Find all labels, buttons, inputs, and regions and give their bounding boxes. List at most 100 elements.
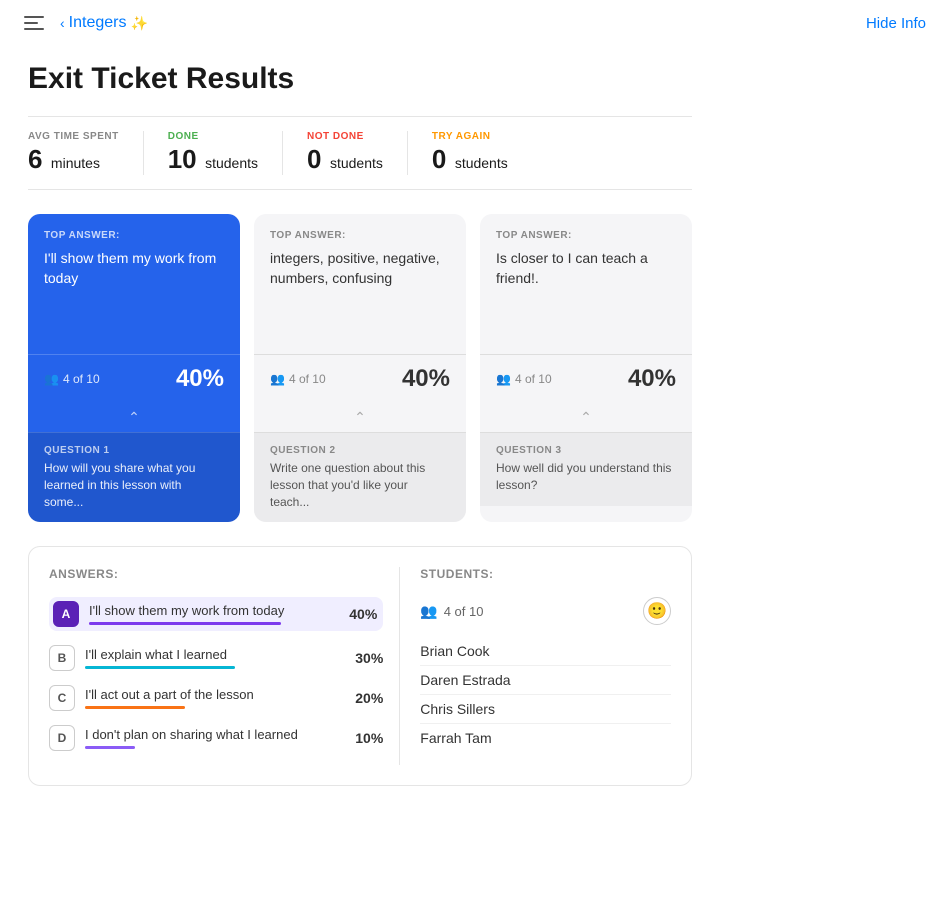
group-icon-2: 👥: [270, 372, 285, 386]
group-icon-1: 👥: [44, 372, 59, 386]
answer-content-1: I'll explain what I learned: [85, 647, 335, 669]
card-bottom-3: QUESTION 3 How well did you understand t…: [480, 432, 692, 506]
group-icon-3: 👥: [496, 372, 511, 386]
student-name-0: Brian Cook: [420, 637, 671, 666]
card-percent-2: 40%: [402, 365, 450, 393]
chevron-up-icon-3: [480, 403, 692, 432]
stat-try-again: TRY AGAIN 0 students: [432, 131, 532, 175]
card-bottom-2: QUESTION 2 Write one question about this…: [254, 432, 466, 522]
question-text-2: Write one question about this lesson tha…: [270, 460, 450, 510]
not-done-value: 0: [307, 144, 321, 174]
answers-panel-title: ANSWERS:: [49, 567, 383, 581]
students-header-row: 👥 4 of 10 🙂: [420, 597, 671, 625]
page-title: Exit Ticket Results: [28, 62, 692, 96]
answer-content-3: I don't plan on sharing what I learned: [85, 727, 335, 749]
avg-time-label: AVG TIME SPENT: [28, 131, 119, 142]
count-value-1: 4 of 10: [63, 372, 100, 386]
students-panel: STUDENTS: 👥 4 of 10 🙂 Brian CookDaren Es…: [399, 567, 671, 765]
stat-done: DONE 10 students: [168, 131, 283, 175]
card-percent-3: 40%: [628, 365, 676, 393]
chevron-up-icon-2: [254, 403, 466, 432]
smiley-button[interactable]: 🙂: [643, 597, 671, 625]
not-done-unit: students: [330, 155, 383, 171]
sidebar-toggle-button[interactable]: [20, 12, 48, 34]
card-answer-1: I'll show them my work from today: [44, 249, 224, 288]
answer-text-2: I'll act out a part of the lesson: [85, 687, 335, 702]
answer-letter-0: A: [53, 601, 79, 627]
question-card-2[interactable]: TOP ANSWER: integers, positive, negative…: [254, 214, 466, 522]
card-stats-1: 👥 4 of 10 40%: [28, 354, 240, 403]
students-count: 👥 4 of 10: [420, 603, 483, 620]
count-value-2: 4 of 10: [289, 372, 326, 386]
back-chevron-icon: ‹: [60, 15, 65, 31]
card-label-3: TOP ANSWER:: [496, 230, 676, 241]
question-card-3[interactable]: TOP ANSWER: Is closer to I can teach a f…: [480, 214, 692, 522]
card-top-3: TOP ANSWER: Is closer to I can teach a f…: [480, 214, 692, 354]
sidebar-icon: [24, 16, 44, 30]
answer-content-0: I'll show them my work from today: [89, 603, 329, 625]
answer-content-2: I'll act out a part of the lesson: [85, 687, 335, 709]
avg-time-value: 6: [28, 144, 42, 174]
student-name-3: Farrah Tam: [420, 724, 671, 752]
answer-percent-3: 10%: [345, 730, 383, 746]
done-value: 10: [168, 144, 197, 174]
card-bottom-1: QUESTION 1 How will you share what you l…: [28, 432, 240, 522]
card-count-2: 👥 4 of 10: [270, 372, 326, 386]
card-percent-1: 40%: [176, 365, 224, 393]
answer-percent-0: 40%: [339, 606, 377, 622]
avg-time-unit: minutes: [51, 155, 100, 171]
stats-row: AVG TIME SPENT 6 minutes DONE 10 student…: [28, 116, 692, 190]
answer-bar-3: [85, 746, 135, 749]
answer-row-0[interactable]: A I'll show them my work from today 40%: [49, 597, 383, 631]
answer-text-0: I'll show them my work from today: [89, 603, 329, 618]
students-count-value: 4 of 10: [444, 604, 484, 619]
question-text-3: How well did you understand this lesson?: [496, 460, 676, 494]
answer-text-1: I'll explain what I learned: [85, 647, 335, 662]
answer-percent-2: 20%: [345, 690, 383, 706]
student-name-1: Daren Estrada: [420, 666, 671, 695]
card-stats-3: 👥 4 of 10 40%: [480, 354, 692, 403]
try-again-unit: students: [455, 155, 508, 171]
card-answer-3: Is closer to I can teach a friend!.: [496, 249, 676, 288]
card-count-3: 👥 4 of 10: [496, 372, 552, 386]
top-bar: ‹ Integers ✨ Hide Info: [0, 0, 946, 46]
card-label-2: TOP ANSWER:: [270, 230, 450, 241]
answer-letter-2: C: [49, 685, 75, 711]
question-text-1: How will you share what you learned in t…: [44, 460, 224, 510]
bottom-section: ANSWERS: A I'll show them my work from t…: [28, 546, 692, 786]
students-panel-title: STUDENTS:: [420, 567, 671, 581]
done-label: DONE: [168, 131, 258, 142]
answer-row-3[interactable]: D I don't plan on sharing what I learned…: [49, 725, 383, 751]
breadcrumb-label[interactable]: Integers: [69, 14, 127, 32]
card-answer-2: integers, positive, negative, numbers, c…: [270, 249, 450, 288]
question-label-3: QUESTION 3: [496, 445, 676, 456]
answer-letter-3: D: [49, 725, 75, 751]
students-group-icon: 👥: [420, 603, 437, 620]
card-top-1: TOP ANSWER: I'll show them my work from …: [28, 214, 240, 354]
hide-info-button[interactable]: Hide Info: [866, 15, 926, 32]
question-label-2: QUESTION 2: [270, 445, 450, 456]
answers-list: A I'll show them my work from today 40% …: [49, 597, 383, 751]
answer-row-2[interactable]: C I'll act out a part of the lesson 20%: [49, 685, 383, 711]
not-done-label: NOT DONE: [307, 131, 383, 142]
answer-letter-1: B: [49, 645, 75, 671]
breadcrumb: ‹ Integers ✨: [60, 14, 148, 32]
student-name-2: Chris Sillers: [420, 695, 671, 724]
card-stats-2: 👥 4 of 10 40%: [254, 354, 466, 403]
answer-bar-1: [85, 666, 235, 669]
question-card-1[interactable]: TOP ANSWER: I'll show them my work from …: [28, 214, 240, 522]
stat-not-done: NOT DONE 0 students: [307, 131, 408, 175]
students-list: Brian CookDaren EstradaChris SillersFarr…: [420, 637, 671, 752]
done-unit: students: [205, 155, 258, 171]
count-value-3: 4 of 10: [515, 372, 552, 386]
card-label-1: TOP ANSWER:: [44, 230, 224, 241]
answer-row-1[interactable]: B I'll explain what I learned 30%: [49, 645, 383, 671]
try-again-value: 0: [432, 144, 446, 174]
answer-text-3: I don't plan on sharing what I learned: [85, 727, 335, 742]
questions-row: TOP ANSWER: I'll show them my work from …: [28, 214, 692, 522]
main-content: Exit Ticket Results AVG TIME SPENT 6 min…: [0, 46, 720, 814]
card-top-2: TOP ANSWER: integers, positive, negative…: [254, 214, 466, 354]
answer-bar-0: [89, 622, 281, 625]
stat-avg-time: AVG TIME SPENT 6 minutes: [28, 131, 144, 175]
top-bar-left: ‹ Integers ✨: [20, 12, 148, 34]
